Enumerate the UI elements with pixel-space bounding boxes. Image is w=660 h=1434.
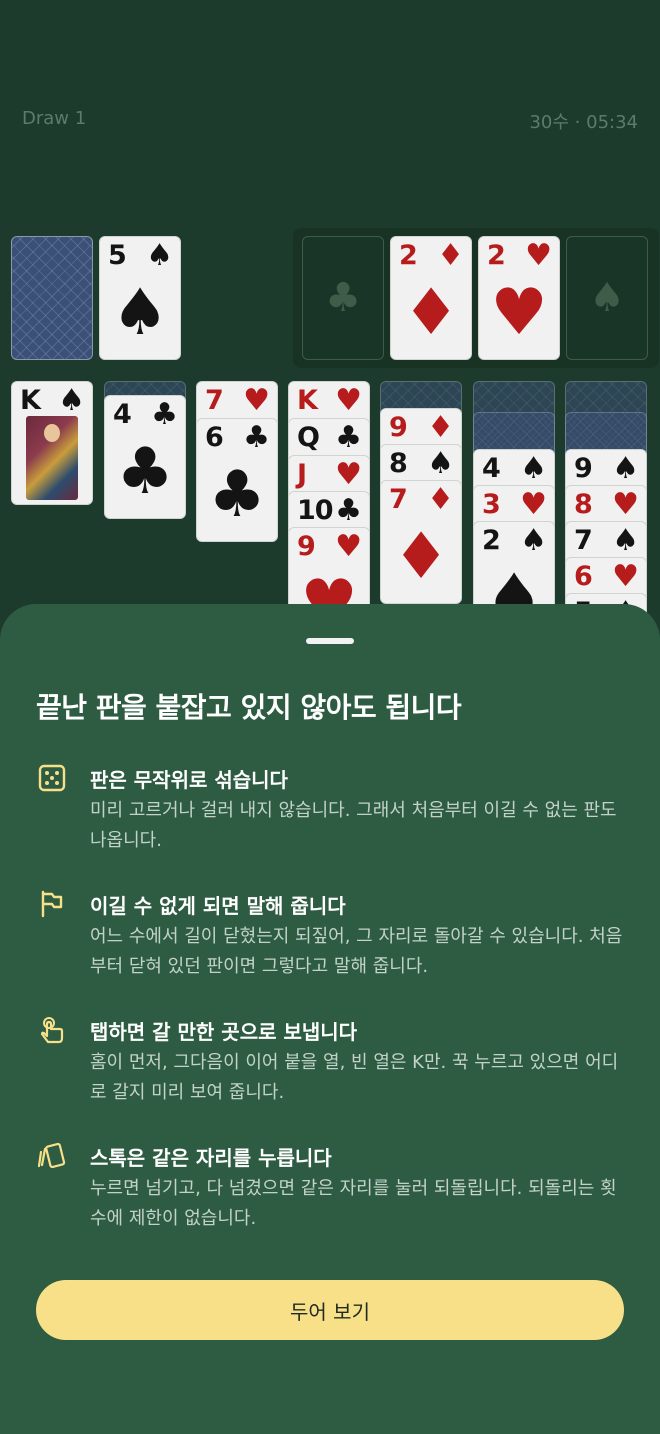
spade-icon: ♠ [612, 451, 639, 486]
card-rank: 9 [389, 412, 408, 443]
heart-icon: ♥ [335, 529, 362, 564]
tip-description: 미리 고르거나 걸러 내지 않습니다. 그래서 처음부터 이길 수 없는 판도 … [90, 800, 617, 851]
card-rank: 7 [574, 525, 593, 556]
spade-icon: ♠ [427, 446, 454, 481]
club-icon: ♣ [335, 493, 362, 528]
card-rank: 9 [297, 531, 316, 562]
spade-icon: ♠ [612, 523, 639, 558]
foundation-hearts[interactable]: 2 ♥ ♥ [478, 236, 560, 360]
card-rank: 2 [487, 240, 506, 271]
spade-icon: ♠ [520, 451, 547, 486]
card-rank: K [20, 385, 41, 416]
tableau-card[interactable]: 7 ♦ ♦ [380, 480, 462, 604]
tip-description: 누르면 넘기고, 다 넘겼으면 같은 자리를 눌러 되돌립니다. 되돌리는 횟수… [90, 1178, 617, 1229]
card-rank: Q [297, 422, 320, 453]
club-icon: ♣ [116, 435, 174, 509]
tip-title: 탭하면 갈 만한 곳으로 보냅니다 [90, 1020, 358, 1044]
card-rank: 7 [389, 484, 408, 515]
card-rank: K [297, 385, 318, 416]
tip-unwinnable-notice: 이길 수 없게 되면 말해 줍니다 어느 수에서 길이 닫혔는지 되짚어, 그 … [36, 888, 636, 988]
heart-icon: ♥ [335, 383, 362, 418]
card-rank: 2 [482, 525, 501, 556]
card-stack-icon [37, 1142, 66, 1169]
heart-icon: ♥ [525, 238, 552, 273]
tip-stock-pile: 스톡은 같은 자리를 누릅니다 누르면 넘기고, 다 넘겼으면 같은 자리를 눌… [36, 1140, 636, 1240]
foundation-clubs[interactable]: ♣ [302, 236, 384, 360]
info-bottom-sheet: 끝난 판을 붙잡고 있지 않아도 됩니다 판은 무작위로 섞습니다 미리 고르거… [0, 604, 660, 1434]
tip-title: 스톡은 같은 자리를 누릅니다 [90, 1146, 332, 1170]
tip-title: 판은 무작위로 섞습니다 [90, 768, 288, 792]
spade-icon: ♠ [58, 383, 85, 418]
club-icon: ♣ [325, 275, 361, 321]
diamond-icon: ♦ [392, 520, 450, 594]
card-rank: 10 [297, 495, 334, 526]
card-rank: 8 [574, 489, 593, 520]
dice-icon [38, 764, 66, 792]
spade-icon: ♠ [111, 276, 169, 350]
spade-icon: ♠ [589, 275, 625, 321]
club-icon: ♣ [151, 397, 178, 432]
card-rank: 4 [113, 399, 132, 430]
diamond-icon: ♦ [427, 410, 454, 445]
tip-description: 어느 수에서 길이 닫혔는지 되짚어, 그 자리로 돌아갈 수 있습니다. 처음… [90, 926, 623, 977]
card-rank: 8 [389, 448, 408, 479]
spade-icon: ♠ [146, 238, 173, 273]
start-game-button[interactable]: 두어 보기 [36, 1280, 624, 1340]
sheet-title: 끝난 판을 붙잡고 있지 않아도 됩니다 [36, 691, 462, 724]
club-icon: ♣ [243, 420, 270, 455]
heart-icon: ♥ [490, 276, 548, 350]
diamond-icon: ♦ [402, 276, 460, 350]
heart-icon: ♥ [243, 383, 270, 418]
card-rank: 3 [482, 489, 501, 520]
diamond-icon: ♦ [437, 238, 464, 273]
heart-icon: ♥ [612, 559, 639, 594]
tableau-card[interactable]: 6 ♣ ♣ [196, 418, 278, 542]
heart-icon: ♥ [335, 457, 362, 492]
tap-hand-icon [40, 1017, 64, 1044]
card-rank: 6 [205, 422, 224, 453]
card-rank: 2 [399, 240, 418, 271]
moves-and-timer: 30수 · 05:34 [529, 112, 638, 133]
card-rank: J [297, 459, 307, 490]
card-rank: 9 [574, 453, 593, 484]
card-rank: 7 [205, 385, 224, 416]
diamond-icon: ♦ [427, 482, 454, 517]
tableau-card[interactable]: 4 ♣ ♣ [104, 395, 186, 519]
tip-description: 홈이 먼저, 그다음이 이어 붙을 열, 빈 열은 K만. 꾹 누르고 있으면 … [90, 1052, 619, 1103]
flag-icon [41, 890, 63, 918]
stock-pile[interactable] [11, 236, 93, 360]
tip-random-shuffle: 판은 무작위로 섞습니다 미리 고르거나 걸러 내지 않습니다. 그래서 처음부… [36, 762, 636, 862]
card-rank: 5 [108, 240, 127, 271]
tip-title: 이길 수 없게 되면 말해 줍니다 [90, 894, 346, 918]
tip-tap-to-move: 탭하면 갈 만한 곳으로 보냅니다 홈이 먼저, 그다음이 이어 붙을 열, 빈… [36, 1014, 636, 1114]
king-portrait-icon [26, 416, 78, 500]
heart-icon: ♥ [612, 487, 639, 522]
waste-card[interactable]: 5 ♠ ♠ [99, 236, 181, 360]
club-icon: ♣ [335, 420, 362, 455]
spade-icon: ♠ [520, 523, 547, 558]
sheet-drag-handle[interactable] [306, 638, 354, 644]
tableau-card[interactable]: K ♠ [11, 381, 93, 505]
game-status-bar: Draw 1 30수 · 05:34 [22, 108, 638, 133]
foundation-diamonds[interactable]: 2 ♦ ♦ [390, 236, 472, 360]
card-rank: 6 [574, 561, 593, 592]
foundation-spades[interactable]: ♠ [566, 236, 648, 360]
heart-icon: ♥ [520, 487, 547, 522]
card-rank: 4 [482, 453, 501, 484]
draw-mode-label: Draw 1 [22, 108, 87, 129]
club-icon: ♣ [208, 458, 266, 532]
